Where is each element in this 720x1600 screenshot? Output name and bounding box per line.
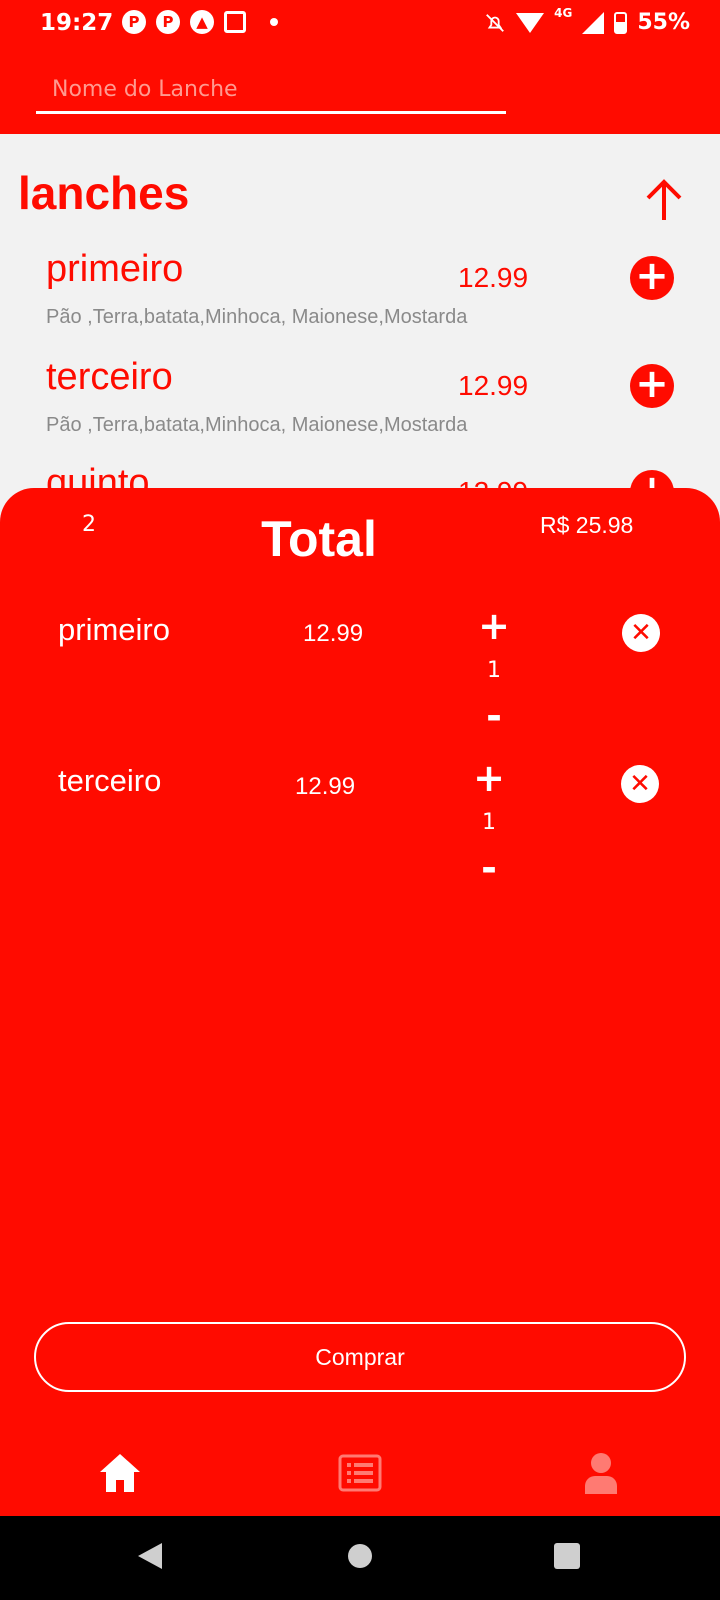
network-type: 4G: [554, 5, 573, 20]
cart-item-name: terceiro: [58, 763, 162, 798]
home-icon[interactable]: [98, 1452, 142, 1494]
menu-item-price: 12.99: [458, 262, 529, 293]
remove-item-button[interactable]: ✕: [621, 765, 659, 803]
notification-icons: P P ▲: [122, 10, 278, 34]
system-home-icon[interactable]: [348, 1544, 372, 1568]
list-icon[interactable]: [338, 1454, 382, 1492]
decrease-quantity-button[interactable]: -: [469, 846, 509, 890]
menu-item-price: 12.99: [458, 370, 529, 401]
increase-quantity-button[interactable]: +: [474, 604, 514, 648]
status-time: 19:27: [40, 10, 114, 36]
cart-total: R$ 25.98: [540, 512, 634, 538]
app-a-icon: ▲: [190, 10, 214, 34]
pinterest-icon: P: [156, 10, 180, 34]
more-notifications-icon: [270, 18, 278, 26]
section-title: lanches: [18, 167, 190, 219]
user-icon[interactable]: [584, 1452, 618, 1494]
menu-item-name: terceiro: [46, 356, 173, 398]
arrow-up-icon[interactable]: [640, 176, 688, 224]
quantity-value: 1: [487, 658, 501, 683]
twitch-icon: [224, 11, 246, 33]
add-to-cart-button[interactable]: +: [630, 364, 674, 408]
signal-icon: [582, 11, 605, 34]
menu-item-name: primeiro: [46, 248, 184, 290]
quantity-value: 1: [482, 810, 496, 835]
status-indicators: 4G 55%: [484, 6, 690, 35]
pinterest-icon: P: [122, 10, 146, 34]
menu-item-description: Pão ,Terra,batata,Minhoca, Maionese,Most…: [46, 414, 468, 436]
battery-level: 55%: [637, 10, 690, 35]
bell-off-icon: [486, 13, 505, 32]
decrease-quantity-button[interactable]: -: [474, 694, 514, 738]
back-icon[interactable]: [138, 1543, 162, 1569]
wifi-icon: [516, 12, 545, 33]
battery-icon: [614, 11, 628, 34]
increase-quantity-button[interactable]: +: [469, 756, 509, 800]
menu-item-description: Pão ,Terra,batata,Minhoca, Maionese,Most…: [46, 306, 468, 328]
recents-icon[interactable]: [554, 1543, 580, 1569]
buy-button[interactable]: Comprar: [34, 1322, 686, 1392]
add-to-cart-button[interactable]: +: [630, 256, 674, 300]
cart-item-price: 12.99: [295, 773, 356, 800]
remove-item-button[interactable]: ✕: [622, 614, 660, 652]
cart-item-name: primeiro: [58, 612, 170, 647]
search-input[interactable]: [36, 68, 506, 114]
cart-item-price: 12.99: [303, 620, 364, 647]
